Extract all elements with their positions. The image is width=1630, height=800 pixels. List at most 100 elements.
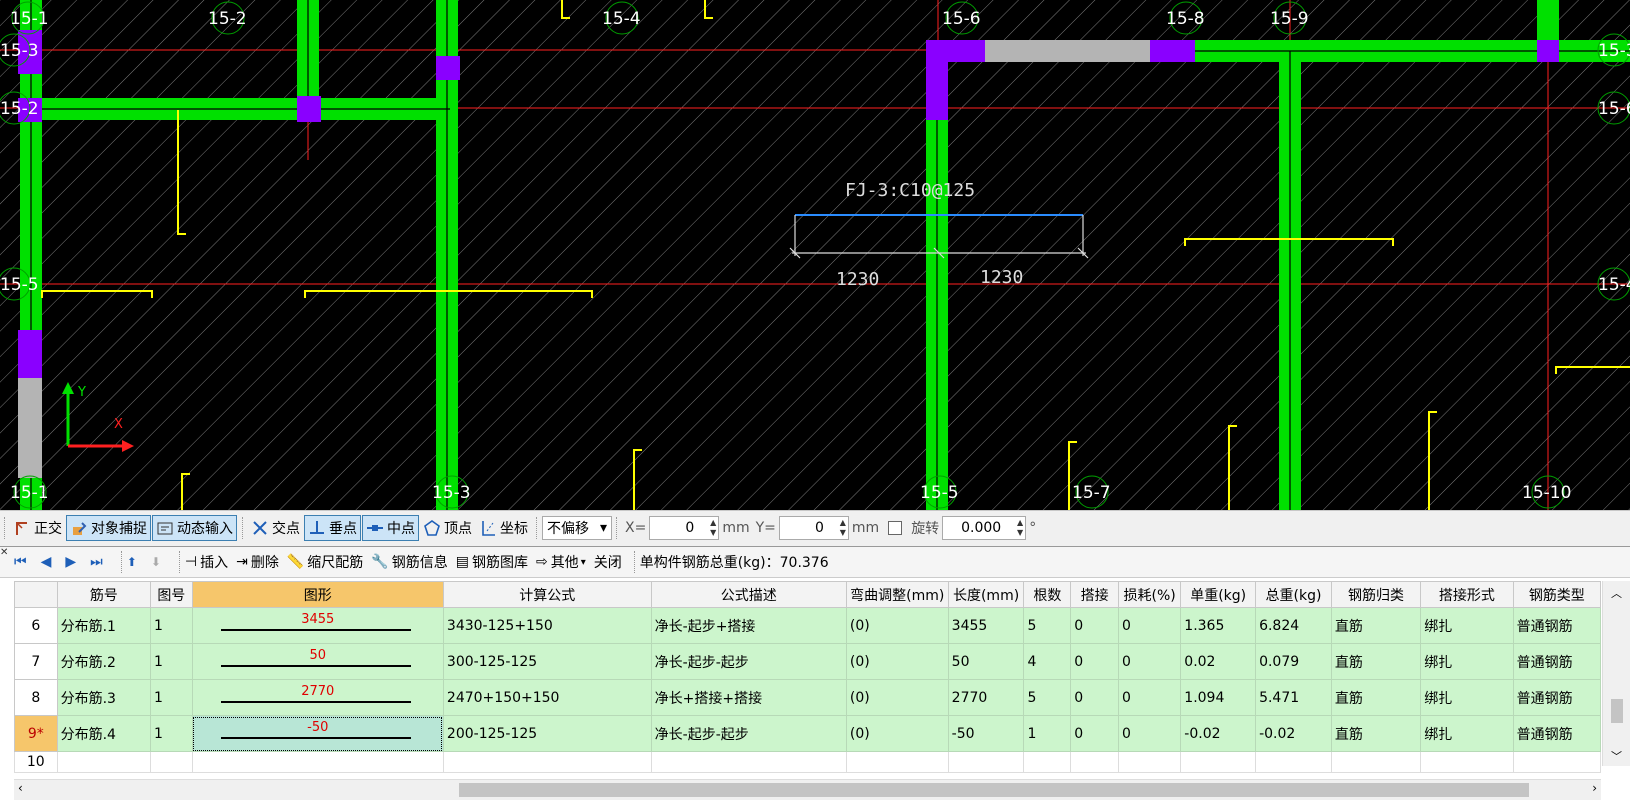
table-row[interactable]: 6 分布筋.1 1 3455 3430-125+150 净长-起步+搭接 (0)… bbox=[14, 607, 1602, 644]
cell-lap-type[interactable]: 绑扎 bbox=[1420, 607, 1514, 644]
cell-bend[interactable]: (0) bbox=[845, 607, 949, 644]
cad-canvas[interactable]: FJ-3:C10@125 1230 1230 15-1 15-2 15-4 15… bbox=[0, 0, 1630, 510]
column-header[interactable]: 图形 bbox=[191, 581, 444, 608]
other-menu-button[interactable]: ⇨ 其他 ▾ bbox=[536, 552, 586, 572]
cell-lap-type[interactable]: 绑扎 bbox=[1420, 643, 1514, 680]
empty-cell[interactable] bbox=[845, 751, 949, 773]
move-down-icon[interactable]: ⬇ bbox=[151, 555, 161, 569]
cell-formula[interactable]: 3430-125+150 bbox=[442, 607, 652, 644]
cell-desc[interactable]: 净长-起步+搭接 bbox=[650, 607, 847, 644]
cell-loss[interactable]: 0 bbox=[1117, 679, 1182, 716]
cell-total-weight[interactable]: -0.02 bbox=[1255, 715, 1332, 752]
midpoint-button[interactable]: 中点 bbox=[362, 515, 419, 541]
cell-bend[interactable]: (0) bbox=[845, 643, 949, 680]
table-row-empty[interactable]: 10 bbox=[14, 751, 1602, 773]
cell-unit-weight[interactable]: 1.365 bbox=[1180, 607, 1257, 644]
cell-unit-weight[interactable]: 0.02 bbox=[1180, 643, 1257, 680]
cell-name[interactable]: 分布筋.2 bbox=[56, 643, 152, 680]
rebar-library-button[interactable]: ▤ 钢筋图库 bbox=[456, 552, 528, 572]
column-header[interactable]: 搭接形式 bbox=[1420, 581, 1514, 608]
cell-count[interactable]: 5 bbox=[1023, 679, 1072, 716]
cell-loss[interactable]: 0 bbox=[1117, 643, 1182, 680]
row-number[interactable]: 8 bbox=[14, 679, 58, 716]
column-header[interactable]: 根数 bbox=[1023, 581, 1072, 608]
table-row[interactable]: 7 分布筋.2 1 50 300-125-125 净长-起步-起步 (0) 50… bbox=[14, 643, 1602, 680]
cell-rebar-type[interactable]: 普通钢筋 bbox=[1512, 715, 1602, 752]
cell-count[interactable]: 5 bbox=[1023, 607, 1072, 644]
row-number[interactable]: 9* bbox=[14, 715, 58, 752]
last-record-icon[interactable]: ⏭ bbox=[90, 554, 103, 570]
column-header[interactable]: 总重(kg) bbox=[1255, 581, 1332, 608]
cell-category[interactable]: 直筋 bbox=[1330, 715, 1422, 752]
row-number[interactable]: 6 bbox=[14, 607, 58, 644]
object-snap-button[interactable]: 对象捕捉 bbox=[66, 515, 151, 541]
column-header[interactable]: 筋号 bbox=[56, 581, 152, 608]
first-record-icon[interactable]: ⏮ bbox=[14, 554, 27, 570]
cell-unit-weight[interactable]: -0.02 bbox=[1180, 715, 1257, 752]
intersection-button[interactable]: 交点 bbox=[248, 515, 303, 541]
cell-lap[interactable]: 0 bbox=[1070, 607, 1119, 644]
rotate-input[interactable]: 0.000 ▲ ▼ bbox=[942, 516, 1027, 540]
x-spinner-icon[interactable]: ▲ ▼ bbox=[710, 518, 716, 538]
close-button[interactable]: 关闭 bbox=[594, 552, 622, 572]
empty-cell[interactable] bbox=[150, 751, 193, 773]
table-row-current[interactable]: 9* 分布筋.4 1 -50 200-125-125 净长-起步-起步 (0) … bbox=[14, 715, 1602, 752]
cell-category[interactable]: 直筋 bbox=[1330, 643, 1422, 680]
cell-formula[interactable]: 200-125-125 bbox=[442, 715, 652, 752]
cell-fig[interactable]: 1 bbox=[150, 643, 193, 680]
next-record-icon[interactable]: ▶ bbox=[65, 554, 76, 570]
cell-desc[interactable]: 净长-起步-起步 bbox=[650, 643, 847, 680]
column-header[interactable]: 公式描述 bbox=[650, 581, 847, 608]
cell-category[interactable]: 直筋 bbox=[1330, 679, 1422, 716]
empty-cell[interactable] bbox=[1023, 751, 1072, 773]
cell-unit-weight[interactable]: 1.094 bbox=[1180, 679, 1257, 716]
coordinate-button[interactable]: 坐标 bbox=[476, 515, 531, 541]
table-row[interactable]: 8 分布筋.3 1 2770 2470+150+150 净长+搭接+搭接 (0)… bbox=[14, 679, 1602, 716]
empty-cell[interactable] bbox=[947, 751, 1025, 773]
cell-fig[interactable]: 1 bbox=[150, 679, 193, 716]
scroll-left-icon[interactable]: ‹ bbox=[18, 781, 23, 795]
cell-name[interactable]: 分布筋.3 bbox=[56, 679, 152, 716]
cell-loss[interactable]: 0 bbox=[1117, 715, 1182, 752]
empty-cell[interactable] bbox=[1420, 751, 1514, 773]
cell-formula[interactable]: 2470+150+150 bbox=[442, 679, 652, 716]
empty-cell[interactable] bbox=[191, 751, 444, 773]
column-header[interactable]: 钢筋归类 bbox=[1330, 581, 1422, 608]
cell-desc[interactable]: 净长-起步-起步 bbox=[650, 715, 847, 752]
scroll-right-icon[interactable]: › bbox=[1592, 781, 1597, 795]
y-input[interactable]: 0 ▲ ▼ bbox=[778, 516, 849, 540]
cell-name[interactable]: 分布筋.4 bbox=[56, 715, 152, 752]
column-header[interactable]: 损耗(%) bbox=[1117, 581, 1182, 608]
horizontal-scroll-thumb[interactable] bbox=[459, 783, 1529, 797]
cell-lap[interactable]: 0 bbox=[1070, 679, 1119, 716]
prev-record-icon[interactable]: ◀ bbox=[41, 554, 52, 570]
cell-rebar-type[interactable]: 普通钢筋 bbox=[1512, 643, 1602, 680]
cell-total-weight[interactable]: 0.079 bbox=[1255, 643, 1332, 680]
cell-total-weight[interactable]: 6.824 bbox=[1255, 607, 1332, 644]
cell-length[interactable]: 3455 bbox=[947, 607, 1025, 644]
cell-count[interactable]: 4 bbox=[1023, 643, 1072, 680]
cell-formula[interactable]: 300-125-125 bbox=[442, 643, 652, 680]
rotate-checkbox[interactable] bbox=[888, 521, 903, 535]
vertical-scrollbar[interactable]: ︿ ﹀ bbox=[1602, 581, 1630, 766]
offset-select[interactable]: 不偏移 ▾ bbox=[542, 516, 612, 540]
cell-desc[interactable]: 净长+搭接+搭接 bbox=[650, 679, 847, 716]
scroll-up-icon[interactable]: ︿ bbox=[1611, 585, 1622, 601]
scale-rebar-button[interactable]: 📏 缩尺配筋 bbox=[287, 552, 363, 572]
empty-cell[interactable] bbox=[1070, 751, 1119, 773]
empty-cell[interactable] bbox=[1512, 751, 1602, 773]
cell-fig[interactable]: 1 bbox=[150, 715, 193, 752]
column-header[interactable]: 钢筋类型 bbox=[1512, 581, 1602, 608]
cell-shape[interactable]: 3455 bbox=[191, 607, 444, 644]
column-header[interactable]: 搭接 bbox=[1070, 581, 1119, 608]
cell-shape[interactable]: 50 bbox=[191, 643, 444, 680]
empty-cell[interactable] bbox=[442, 751, 652, 773]
row-number[interactable]: 10 bbox=[14, 751, 58, 773]
cell-shape[interactable]: 2770 bbox=[191, 679, 444, 716]
empty-cell[interactable] bbox=[1330, 751, 1422, 773]
y-spinner-icon[interactable]: ▲ ▼ bbox=[840, 518, 846, 538]
rebar-info-button[interactable]: 🔧 钢筋信息 bbox=[371, 552, 447, 572]
cell-name[interactable]: 分布筋.1 bbox=[56, 607, 152, 644]
column-header[interactable]: 单重(kg) bbox=[1180, 581, 1257, 608]
cell-count[interactable]: 1 bbox=[1023, 715, 1072, 752]
